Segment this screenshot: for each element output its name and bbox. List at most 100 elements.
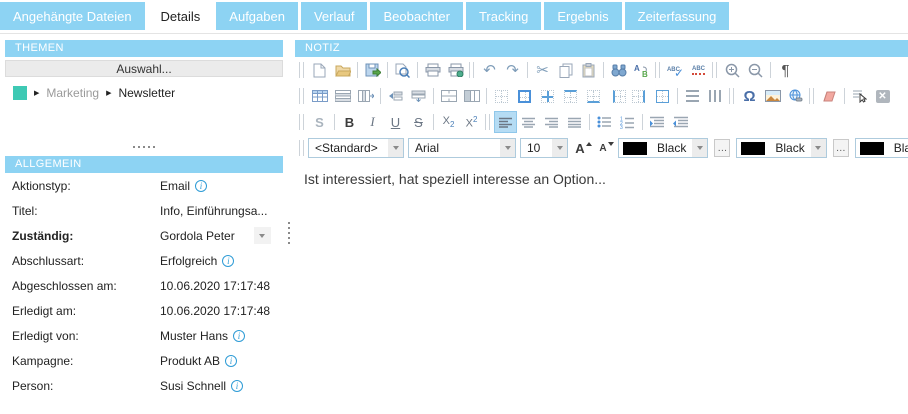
borders-inner-icon[interactable] <box>536 85 559 107</box>
tab-ergebnis[interactable]: Ergebnis <box>544 2 622 30</box>
save-icon[interactable] <box>361 59 384 81</box>
paragraph-style-select[interactable]: <Standard> <box>308 138 404 158</box>
distribute-columns-icon[interactable] <box>704 85 727 107</box>
increase-font-icon[interactable]: A <box>572 137 595 159</box>
border-bottom-icon[interactable] <box>582 85 605 107</box>
underline-icon[interactable]: U <box>384 111 407 133</box>
toolbar-separator <box>433 114 434 130</box>
info-icon[interactable]: i <box>231 379 244 392</box>
topic-breadcrumb: ▶ Marketing ▶ Newsletter <box>13 84 283 102</box>
field-value: Produkt AB <box>160 353 221 368</box>
decrease-indent-icon[interactable] <box>669 111 692 133</box>
notiz-toolbar-row-3: S B I U S X2 X2 123 <box>295 109 908 135</box>
topic-select-button[interactable]: Auswahl... <box>5 60 283 77</box>
decrease-font-icon[interactable]: A <box>595 137 618 159</box>
border-right-icon[interactable] <box>628 85 651 107</box>
tab-angehaengte-dateien[interactable]: Angehängte Dateien <box>0 2 145 30</box>
chevron-down-icon <box>552 139 567 157</box>
info-icon[interactable]: i <box>225 354 238 367</box>
open-file-icon[interactable] <box>331 59 354 81</box>
print-icon[interactable] <box>421 59 444 81</box>
paste-icon[interactable] <box>577 59 600 81</box>
align-left-icon[interactable] <box>494 111 517 133</box>
increase-indent-icon[interactable] <box>646 111 669 133</box>
tab-verlauf[interactable]: Verlauf <box>300 2 368 30</box>
insert-row-after-icon[interactable] <box>407 85 430 107</box>
formatting-marks-icon[interactable]: ¶ <box>774 59 797 81</box>
find-icon[interactable] <box>607 59 630 81</box>
print-preview-icon[interactable] <box>391 59 414 81</box>
borders-all-icon[interactable] <box>513 85 536 107</box>
eraser-icon[interactable] <box>818 85 841 107</box>
undo-icon[interactable]: ↶ <box>478 59 501 81</box>
replace-icon[interactable]: AB <box>630 59 653 81</box>
zoom-out-icon[interactable] <box>744 59 767 81</box>
panel-splitter-handle[interactable] <box>288 222 290 244</box>
spellcheck-icon[interactable]: ABC ✓ <box>664 59 687 81</box>
info-icon[interactable]: i <box>222 254 235 267</box>
toolbar-grip <box>299 88 304 104</box>
justify-icon[interactable] <box>563 111 586 133</box>
insert-hyperlink-icon[interactable] <box>784 85 807 107</box>
bullet-list-icon[interactable] <box>593 111 616 133</box>
tab-details[interactable]: Details <box>147 2 214 30</box>
split-cells-icon[interactable] <box>460 85 483 107</box>
info-icon[interactable]: i <box>233 329 246 342</box>
breadcrumb-item-newsletter[interactable]: Newsletter <box>118 86 175 100</box>
zoom-in-icon[interactable] <box>721 59 744 81</box>
distribute-rows-icon[interactable] <box>681 85 704 107</box>
border-top-icon[interactable] <box>559 85 582 107</box>
borders-none-icon[interactable] <box>490 85 513 107</box>
cut-icon[interactable]: ✂ <box>531 59 554 81</box>
font-color-picker[interactable]: Black <box>618 138 709 158</box>
tab-aufgaben[interactable]: Aufgaben <box>216 2 298 30</box>
select-element-icon[interactable] <box>848 85 871 107</box>
italic-icon[interactable]: I <box>361 111 384 133</box>
border-left-icon[interactable] <box>605 85 628 107</box>
tab-zeiterfassung[interactable]: Zeiterfassung <box>624 2 730 30</box>
insert-table-icon[interactable] <box>308 85 331 107</box>
chevron-down-icon <box>810 139 826 157</box>
highlight-color-picker[interactable]: Black <box>736 138 827 158</box>
subscript-icon[interactable]: X2 <box>437 111 460 133</box>
merge-cells-icon[interactable] <box>437 85 460 107</box>
strikethrough-icon[interactable]: S <box>407 111 430 133</box>
bold-icon[interactable]: B <box>338 111 361 133</box>
table-properties-icon[interactable] <box>331 85 354 107</box>
print-setup-icon[interactable] <box>444 59 467 81</box>
align-right-icon[interactable] <box>540 111 563 133</box>
info-icon[interactable]: i <box>195 179 208 192</box>
borders-outer-icon[interactable] <box>651 85 674 107</box>
note-editor-area[interactable]: Ist interessiert, hat speziell interesse… <box>295 161 908 187</box>
toolbar-separator <box>486 88 487 104</box>
border-color-picker[interactable]: Black <box>854 138 908 158</box>
new-document-icon[interactable] <box>308 59 331 81</box>
toolbar-separator <box>433 88 434 104</box>
autocorrect-icon[interactable]: ABC <box>687 59 710 81</box>
horizontal-splitter-handle[interactable] <box>5 146 283 148</box>
tab-tracking[interactable]: Tracking <box>465 2 542 30</box>
toolbar-grip <box>655 62 660 78</box>
font-family-select[interactable]: Arial <box>408 138 516 158</box>
superscript-icon[interactable]: X2 <box>460 111 483 133</box>
redo-icon[interactable]: ↷ <box>501 59 524 81</box>
highlight-color-more-button[interactable]: … <box>832 139 849 157</box>
clear-formatting-icon[interactable]: S <box>308 111 331 133</box>
zustaendig-dropdown-button[interactable] <box>253 227 271 244</box>
insert-image-icon[interactable] <box>761 85 784 107</box>
font-color-more-button[interactable]: … <box>714 139 731 157</box>
insert-row-before-icon[interactable] <box>384 85 407 107</box>
insert-column-icon[interactable] <box>354 85 377 107</box>
toolbar-grip <box>469 62 474 78</box>
toolbar-separator <box>527 62 528 78</box>
svg-text:A: A <box>634 64 640 73</box>
font-size-select[interactable]: 10 <box>520 138 568 158</box>
align-center-icon[interactable] <box>517 111 540 133</box>
numbered-list-icon[interactable]: 123 <box>616 111 639 133</box>
breadcrumb-item-marketing[interactable]: Marketing <box>46 86 99 100</box>
field-row-titel: Titel: Info, Einführungsa... <box>5 198 283 223</box>
copy-icon[interactable] <box>554 59 577 81</box>
special-character-icon[interactable]: Ω <box>738 85 761 107</box>
delete-element-icon[interactable]: ✕ <box>871 85 894 107</box>
tab-beobachter[interactable]: Beobachter <box>370 2 463 30</box>
